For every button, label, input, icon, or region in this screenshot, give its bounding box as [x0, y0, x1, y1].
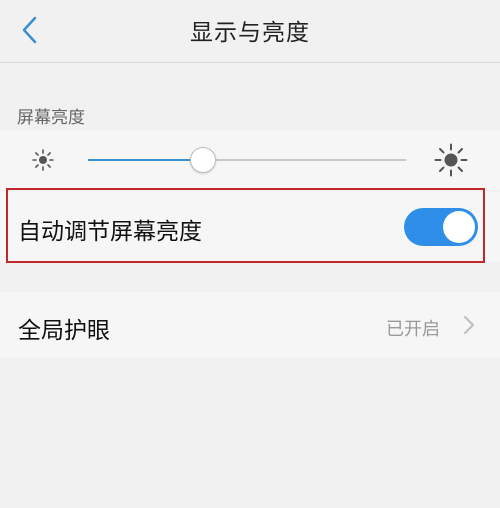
brightness-section-label: 屏幕亮度 — [17, 108, 85, 128]
brightness-slider-thumb[interactable] — [190, 147, 217, 173]
page-title: 显示与亮度 — [190, 20, 310, 46]
brightness-row — [0, 130, 500, 190]
top-bar: 显示与亮度 — [0, 0, 500, 63]
eye-protection-label: 全局护眼 — [18, 318, 110, 344]
sun-small-icon — [32, 149, 54, 171]
chevron-right-icon — [464, 316, 474, 334]
highlight-annotation-box — [6, 188, 485, 263]
brightness-slider-fill — [88, 159, 203, 161]
sun-large-icon — [434, 143, 468, 177]
eye-protection-status: 已开启 — [386, 319, 440, 340]
brightness-slider[interactable] — [88, 147, 406, 173]
eye-protection-row[interactable]: 全局护眼 已开启 — [0, 292, 500, 358]
